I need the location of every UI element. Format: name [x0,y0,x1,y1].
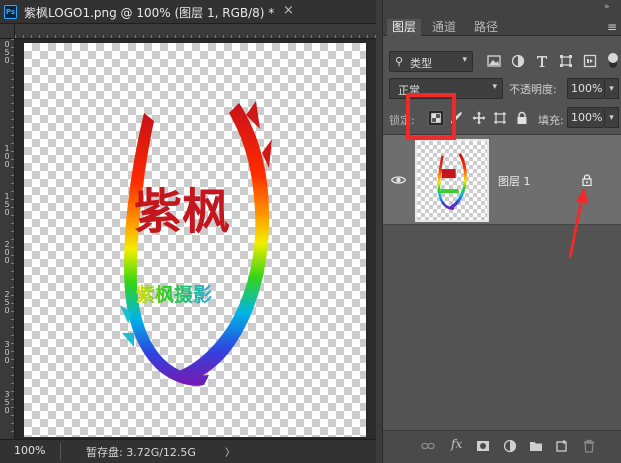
lock-artboard-icon[interactable] [493,111,507,125]
close-icon[interactable]: × [283,3,294,18]
status-divider [60,443,61,460]
photoshop-icon: Ps [4,5,17,19]
filter-type-label: 类型 [410,57,432,70]
scratch-disk-info: 暂存盘: 3.72G/12.5G [86,446,196,459]
lock-transparency-highlight-box [406,93,456,140]
ruler-tick-label: 0 [4,356,10,365]
vertical-scrollbar[interactable] [366,39,376,439]
search-icon: ⚲ [395,55,404,68]
logo-artwork: 紫枫 紫枫摄影 [120,101,272,386]
document-tab[interactable]: Ps 紫枫LOGO1.png @ 100% (图层 1, RGB/8) * × [0,0,376,24]
filter-toggle[interactable] [607,52,619,70]
ruler-tick-label: 0 [4,306,10,315]
ruler-tick-label: 0 [4,256,10,265]
thumbnail-artwork [437,153,467,210]
ruler-tick-label: 0 [4,208,10,217]
ruler-tick-label: 0 [4,406,10,415]
tab-layers[interactable]: 图层 [387,19,421,36]
image-filter-icon[interactable] [487,54,501,68]
tab-channels[interactable]: 通道 [427,19,461,36]
chevron-down-icon: ▾ [492,82,497,92]
horizontal-ruler[interactable] [15,24,376,39]
status-bar: 100% 暂存盘: 3.72G/12.5G 〉 [0,439,376,463]
ruler-corner[interactable] [0,24,15,39]
status-menu-arrow-icon[interactable]: 〉 [225,444,235,459]
layer-style-fx-icon[interactable]: fx [451,437,462,451]
logo-sub-text: 紫枫摄影 [136,283,212,306]
red-arrow-annotation [568,188,589,259]
layer-thumbnail[interactable] [415,139,489,222]
chevron-down-icon: ▾ [462,55,467,65]
ruler-tick-label: 0 [4,56,10,65]
document-window: Ps 紫枫LOGO1.png @ 100% (图层 1, RGB/8) * × … [0,0,376,463]
shape-filter-icon[interactable] [559,54,573,68]
document-title: 紫枫LOGO1.png @ 100% (图层 1, RGB/8) * [24,6,275,20]
fill-chevron-icon[interactable]: ▾ [605,107,619,128]
type-filter-icon[interactable] [535,54,549,68]
layer-filter-row: ⚲ 类型 ▾ [383,47,621,75]
trash-icon[interactable] [582,439,596,453]
transparent-canvas[interactable]: 紫枫 紫枫摄影 [24,43,367,437]
new-group-icon[interactable] [529,439,543,453]
tab-paths[interactable]: 路径 [469,19,503,36]
link-layers-icon[interactable] [421,439,435,453]
fill-input[interactable]: 100% [567,107,605,128]
panel-menu-icon[interactable]: ≡ [607,20,617,34]
layers-footer-toolbar: fx [383,430,621,463]
opacity-label: 不透明度: [509,83,557,96]
opacity-chevron-icon[interactable]: ▾ [605,78,619,99]
layer-mask-icon[interactable] [476,439,490,453]
new-layer-icon[interactable] [555,439,569,453]
layer-name[interactable]: 图层 1 [498,173,531,189]
layer-filter-select[interactable]: ⚲ 类型 ▾ [389,51,473,72]
lock-all-icon[interactable] [515,111,529,125]
adjustment-filter-icon[interactable] [511,54,525,68]
panel-tab-bar: » 图层 通道 路径 ≡ [383,0,621,36]
opacity-input[interactable]: 100% [567,78,605,99]
collapse-panel-icon[interactable]: » [604,2,610,12]
adjustment-layer-icon[interactable] [503,439,517,453]
layers-list: 图层 1 [383,134,621,430]
fill-label: 填充: [538,114,564,127]
eye-icon[interactable] [391,175,406,185]
zoom-level[interactable]: 100% [14,444,45,457]
lock-position-icon[interactable] [472,111,486,125]
canvas-area[interactable]: 紫枫 紫枫摄影 [15,39,376,439]
vertical-ruler[interactable]: 050100150200250300350 [0,39,15,439]
ruler-tick-label: 0 [4,160,10,169]
smart-object-filter-icon[interactable] [583,54,597,68]
logo-main-text: 紫枫 [134,184,230,240]
